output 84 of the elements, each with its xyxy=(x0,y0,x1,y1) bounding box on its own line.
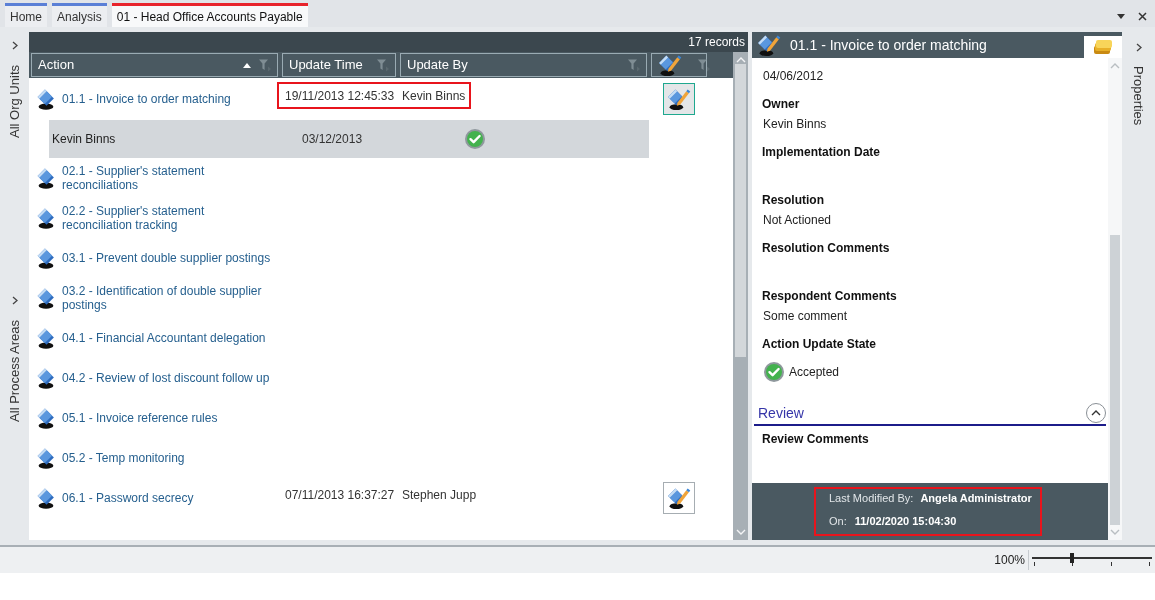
tab[interactable]: 01 - Head Office Accounts Payable xyxy=(111,3,308,27)
section-title: Review xyxy=(758,403,805,423)
tilted-page-icon xyxy=(37,327,55,349)
collapsed-panel-button[interactable]: All Process Areas xyxy=(7,296,22,422)
scroll-up-icon[interactable] xyxy=(1110,63,1120,69)
tilted-page-icon xyxy=(37,287,55,309)
sort-ascending-icon[interactable] xyxy=(243,62,251,68)
filter-icon[interactable] xyxy=(259,58,271,72)
zoom-slider[interactable] xyxy=(1032,552,1152,568)
action-link[interactable]: 05.1 - Invoice reference rules xyxy=(62,411,273,425)
field-label: Owner xyxy=(762,96,801,113)
dropdown-caret-icon[interactable] xyxy=(1117,13,1125,19)
scroll-down-icon[interactable] xyxy=(1110,529,1120,535)
tilted-page-icon xyxy=(37,247,55,269)
update-time: 19/11/2013 12:45:33 xyxy=(285,87,396,105)
update-row[interactable]: Kevin Binns 03/12/2013 xyxy=(49,120,649,158)
modified-by-label: Last Modified By: xyxy=(829,490,914,506)
edit-icon xyxy=(667,486,691,510)
field-label: Review Comments xyxy=(762,431,870,448)
field-label: Respondent Comments xyxy=(762,288,898,305)
field-label: Resolution Comments xyxy=(762,240,891,257)
stacked-cards-icon xyxy=(1094,40,1112,54)
column-header[interactable]: Action xyxy=(31,53,278,77)
update-date: 03/12/2013 xyxy=(302,131,364,148)
action-link[interactable]: 02.1 - Supplier's statement reconciliations xyxy=(62,164,273,192)
edit-button[interactable] xyxy=(663,83,695,115)
detail-title: 01.1 - Invoice to order matching xyxy=(790,35,987,55)
action-link[interactable]: 03.2 - Identification of double supplier postings xyxy=(62,284,273,312)
field-label: Resolution xyxy=(762,192,825,209)
scrollbar-thumb[interactable] xyxy=(735,64,746,357)
chevron-right-icon[interactable] xyxy=(11,296,18,305)
chevron-right-icon[interactable] xyxy=(11,41,18,50)
scrollbar-thumb[interactable] xyxy=(1110,235,1120,525)
zoom-reading: 100% xyxy=(994,552,1025,569)
action-link[interactable]: 05.2 - Temp monitoring xyxy=(62,451,273,465)
close-icon[interactable] xyxy=(1138,11,1147,21)
chevron-up-icon[interactable] xyxy=(1091,410,1101,416)
update-by: Kevin Binns xyxy=(402,87,466,105)
field-value: Accepted xyxy=(789,364,840,381)
edit-icon xyxy=(658,53,682,77)
edit-button[interactable] xyxy=(663,482,695,514)
field-value: 04/06/2012 xyxy=(763,69,824,83)
tilted-page-icon xyxy=(37,447,55,469)
filter-icon[interactable] xyxy=(628,58,640,72)
action-link[interactable]: 02.2 - Supplier's statement reconciliation tracking xyxy=(62,204,273,232)
filter-icon[interactable] xyxy=(377,58,389,72)
field-value: Not Actioned xyxy=(763,213,832,227)
collapsed-panel-button[interactable]: All Org Units xyxy=(7,41,22,138)
collapsed-panel-button[interactable]: Properties xyxy=(1131,43,1146,126)
edit-icon xyxy=(667,87,691,111)
tab[interactable]: Analysis xyxy=(52,3,107,27)
field-value: Some comment xyxy=(763,309,848,323)
column-header[interactable] xyxy=(651,53,707,77)
tilted-page-icon xyxy=(37,88,55,110)
properties-button[interactable] xyxy=(1084,36,1122,58)
field-label: Action Update State xyxy=(762,336,877,353)
action-link[interactable]: 01.1 - Invoice to order matching xyxy=(62,92,273,106)
filter-icon[interactable] xyxy=(698,58,710,72)
action-link[interactable]: 04.1 - Financial Accountant delegation xyxy=(62,331,273,345)
edit-icon xyxy=(757,33,781,57)
modified-on-label: On: xyxy=(829,513,847,529)
tab[interactable]: Home xyxy=(5,3,47,27)
column-header[interactable]: Update By xyxy=(400,53,647,77)
update-by: Stephen Jupp xyxy=(402,486,477,504)
record-count: 17 records xyxy=(688,34,745,51)
tilted-page-icon xyxy=(37,407,55,429)
tilted-page-icon xyxy=(37,367,55,389)
action-link[interactable]: 04.2 - Review of lost discount follow up xyxy=(62,371,273,385)
modified-by-value: Angela Administrator xyxy=(920,490,1032,506)
update-name: Kevin Binns xyxy=(51,131,117,148)
update-time: 07/11/2013 16:37:27 xyxy=(285,486,396,504)
tilted-page-icon xyxy=(37,487,55,509)
modified-on-value: 11/02/2020 15:04:30 xyxy=(854,513,957,529)
field-value: Kevin Binns xyxy=(763,117,827,131)
scrollbar-track[interactable] xyxy=(733,52,748,540)
scrollbar-track[interactable] xyxy=(1108,58,1122,540)
field-label: Implementation Date xyxy=(762,144,882,161)
column-header[interactable]: Update Time xyxy=(282,53,396,77)
chevron-right-icon[interactable] xyxy=(1135,43,1142,52)
tilted-page-icon xyxy=(37,167,55,189)
tilted-page-icon xyxy=(37,207,55,229)
action-link[interactable]: 03.1 - Prevent double supplier postings xyxy=(62,251,273,265)
slider-thumb[interactable] xyxy=(1070,553,1075,563)
action-link[interactable]: 06.1 - Password secrecy xyxy=(62,491,273,505)
